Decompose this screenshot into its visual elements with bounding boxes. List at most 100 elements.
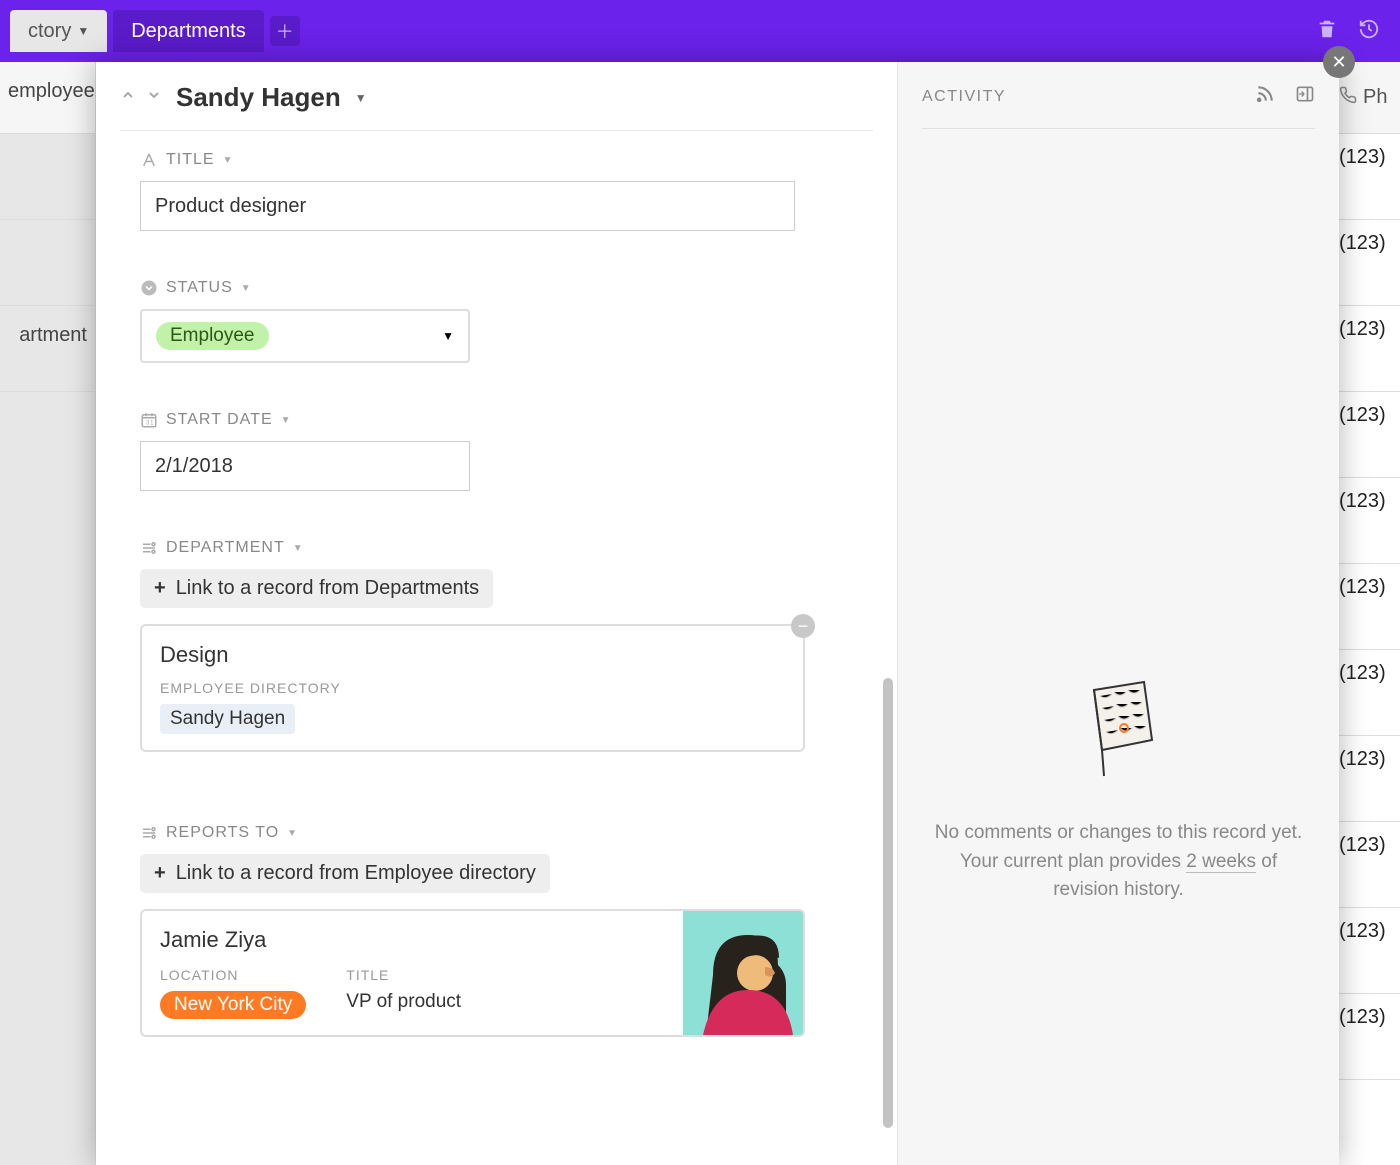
record-fields-panel: Sandy Hagen ▼ TITLE ▼ STATUS ▼ — [96, 62, 897, 1165]
reports-title-value: VP of product — [346, 991, 461, 1013]
link-add-label: Link to a record from Departments — [176, 577, 479, 600]
tab-bar: ctory ▼ Departments ＋ — [0, 0, 1400, 62]
linked-card-chip: Sandy Hagen — [160, 704, 295, 734]
link-icon — [140, 824, 158, 842]
record-header: Sandy Hagen ▼ — [120, 82, 863, 131]
field-label: STATUS ▼ — [140, 279, 863, 297]
remove-link-button[interactable]: − — [791, 614, 815, 638]
prev-record-button[interactable] — [120, 87, 136, 108]
grid-cell: (123) — [1330, 564, 1400, 650]
record-title: Sandy Hagen — [176, 82, 341, 113]
reports-location-label: LOCATION — [160, 967, 306, 983]
activity-actions — [1255, 84, 1315, 109]
field-reports-to: REPORTS TO ▼ + Link to a record from Emp… — [140, 824, 863, 1037]
grid-cell: (123) — [1330, 908, 1400, 994]
svg-text:31: 31 — [146, 421, 154, 427]
status-select[interactable]: Employee ▼ — [140, 309, 470, 363]
grid-cell: (123) — [1330, 650, 1400, 736]
plus-icon: ＋ — [276, 18, 294, 44]
grid-cell: (123) — [1330, 220, 1400, 306]
start-date-input[interactable] — [140, 441, 470, 491]
grid-cell: (123) — [1330, 994, 1400, 1080]
grid-cell: (123) — [1330, 392, 1400, 478]
record-nav — [120, 87, 162, 108]
link-add-label: Link to a record from Employee directory — [176, 862, 536, 885]
field-label-text: STATUS — [166, 279, 233, 297]
field-label: 31 START DATE ▼ — [140, 411, 863, 429]
reports-linked-card[interactable]: − Jamie Ziya LOCATION New York City TITL… — [140, 909, 805, 1037]
grid-cell: (123) — [1330, 306, 1400, 392]
chevron-down-icon: ▼ — [442, 329, 454, 343]
status-badge: Employee — [156, 322, 269, 350]
grid-header-label: employee — [8, 80, 95, 102]
activity-empty-text: No comments or changes to this record ye… — [928, 819, 1309, 905]
department-linked-card[interactable]: − Design EMPLOYEE DIRECTORY Sandy Hagen — [140, 624, 805, 752]
text-icon — [140, 151, 158, 169]
collapse-panel-icon[interactable] — [1295, 84, 1315, 109]
tab-directory[interactable]: ctory ▼ — [10, 10, 107, 52]
close-button[interactable]: ✕ — [1323, 46, 1355, 78]
reports-meta: LOCATION New York City TITLE VP of produ… — [160, 967, 665, 1019]
grid-cell-label: artment — [19, 324, 87, 346]
rss-icon[interactable] — [1255, 84, 1275, 109]
activity-empty-underlined: 2 weeks — [1186, 851, 1256, 873]
field-start-date: 31 START DATE ▼ — [140, 411, 863, 491]
phone-icon — [1339, 86, 1357, 110]
grid-cell — [0, 134, 95, 220]
reports-title-label: TITLE — [346, 967, 461, 983]
field-status: STATUS ▼ Employee ▼ — [140, 279, 863, 363]
add-department-link-button[interactable]: + Link to a record from Departments — [140, 569, 493, 608]
linked-card-sublabel: EMPLOYEE DIRECTORY — [160, 680, 785, 696]
field-title: TITLE ▼ — [140, 151, 863, 231]
record-title-menu[interactable]: ▼ — [355, 91, 367, 105]
field-department: DEPARTMENT ▼ + Link to a record from Dep… — [140, 539, 863, 752]
next-record-button[interactable] — [146, 87, 162, 108]
reports-location-col: LOCATION New York City — [160, 967, 306, 1019]
grid-cell: (123) — [1330, 134, 1400, 220]
chevron-down-icon[interactable]: ▼ — [223, 155, 234, 166]
close-icon: ✕ — [1331, 52, 1346, 73]
field-label-text: REPORTS TO — [166, 824, 279, 842]
trash-icon[interactable] — [1316, 18, 1338, 45]
tab-label: Departments — [131, 20, 246, 43]
expanded-record: ✕ Sandy Hagen ▼ TITLE ▼ — [96, 62, 1339, 1165]
reports-title-col: TITLE VP of product — [346, 967, 461, 1019]
flag-illustration-icon — [1074, 680, 1164, 790]
linked-card-title: Design — [160, 642, 785, 668]
activity-empty-state: No comments or changes to this record ye… — [898, 680, 1339, 905]
add-tab-button[interactable]: ＋ — [270, 16, 300, 46]
field-label-text: START DATE — [166, 411, 273, 429]
chevron-down-icon: ▼ — [77, 24, 89, 38]
activity-panel: ACTIVITY — [897, 62, 1339, 1165]
link-icon — [140, 539, 158, 557]
calendar-icon: 31 — [140, 411, 158, 429]
scrollbar[interactable] — [883, 678, 893, 1128]
field-label: DEPARTMENT ▼ — [140, 539, 863, 557]
add-reports-link-button[interactable]: + Link to a record from Employee directo… — [140, 854, 550, 893]
minus-icon: − — [798, 616, 809, 637]
grid-cell — [0, 220, 95, 306]
chevron-down-icon[interactable]: ▼ — [281, 415, 292, 426]
grid-header-cell: employee — [0, 62, 95, 134]
chevron-down-icon[interactable]: ▼ — [287, 828, 298, 839]
single-select-icon — [140, 279, 158, 297]
avatar — [683, 911, 803, 1035]
field-label: TITLE ▼ — [140, 151, 863, 169]
grid-cell: (123) — [1330, 736, 1400, 822]
chevron-down-icon[interactable]: ▼ — [241, 283, 252, 294]
field-label-text: TITLE — [166, 151, 215, 169]
tab-departments[interactable]: Departments — [113, 10, 264, 52]
plus-icon: + — [154, 577, 166, 600]
field-label: REPORTS TO ▼ — [140, 824, 863, 842]
grid-cell: (123) — [1330, 478, 1400, 564]
grid-left-col: employee artment — [0, 62, 96, 1165]
activity-heading: ACTIVITY — [922, 88, 1006, 106]
topbar-actions — [1316, 18, 1380, 45]
grid-header-label: Ph — [1363, 86, 1387, 109]
reports-name: Jamie Ziya — [160, 927, 665, 953]
history-icon[interactable] — [1358, 18, 1380, 45]
title-input[interactable] — [140, 181, 795, 231]
plus-icon: + — [154, 862, 166, 885]
chevron-down-icon[interactable]: ▼ — [293, 543, 304, 554]
location-badge: New York City — [160, 991, 306, 1019]
